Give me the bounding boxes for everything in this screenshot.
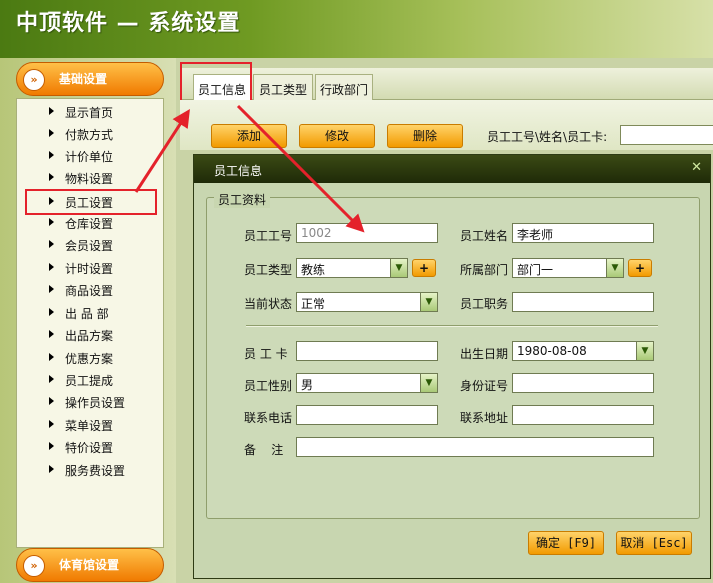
sidebar-item-operator[interactable]: 操作员设置 xyxy=(17,391,163,413)
expand-icon: » xyxy=(23,69,45,91)
card-label: 员 工 卡 xyxy=(244,347,288,361)
cancel-button[interactable]: 取消 [Esc] xyxy=(616,531,692,555)
dialog-title: 员工信息 xyxy=(214,164,263,178)
sidebar-section-basic[interactable]: » 基础设置 xyxy=(16,62,164,96)
dept-label: 所属部门 xyxy=(460,263,509,277)
position-label: 员工职务 xyxy=(460,297,509,311)
sidebar-item-discount[interactable]: 优惠方案 xyxy=(17,347,163,369)
triangle-right-icon xyxy=(49,420,54,428)
triangle-right-icon xyxy=(49,465,54,473)
id-input[interactable] xyxy=(512,373,654,393)
emp-name-input[interactable]: 李老师 xyxy=(512,223,654,243)
add-button[interactable]: 添加 xyxy=(211,124,287,148)
sidebar-menu: 显示首页 付款方式 计价单位 物料设置 员工设置 仓库设置 会员设置 计时设置 … xyxy=(16,98,164,548)
emp-name-label: 员工姓名 xyxy=(460,229,509,243)
birth-label: 出生日期 xyxy=(460,347,509,361)
note-input[interactable] xyxy=(296,437,654,457)
chevron-down-icon: ▼ xyxy=(606,259,623,277)
sidebar-item-home[interactable]: 显示首页 xyxy=(17,101,163,123)
triangle-right-icon xyxy=(49,397,54,405)
sidebar-item-output-plan[interactable]: 出品方案 xyxy=(17,324,163,346)
sidebar-item-unit[interactable]: 计价单位 xyxy=(17,145,163,167)
sidebar-section-label: 体育馆设置 xyxy=(59,558,120,572)
triangle-right-icon xyxy=(49,107,54,115)
emp-type-label: 员工类型 xyxy=(244,263,293,277)
dialog-titlebar: 员工信息 ✕ xyxy=(194,155,710,183)
address-label: 联系地址 xyxy=(460,411,509,425)
gender-label: 员工性别 xyxy=(244,379,293,393)
add-type-button[interactable]: + xyxy=(412,259,436,277)
sidebar-item-material[interactable]: 物料设置 xyxy=(17,167,163,189)
chevron-down-icon: ▼ xyxy=(420,293,437,311)
address-input[interactable] xyxy=(512,405,654,425)
triangle-right-icon xyxy=(49,375,54,383)
triangle-right-icon xyxy=(49,173,54,181)
triangle-right-icon xyxy=(49,151,54,159)
status-select[interactable]: 正常 ▼ xyxy=(296,292,438,312)
sidebar-item-menu[interactable]: 菜单设置 xyxy=(17,414,163,436)
add-dept-button[interactable]: + xyxy=(628,259,652,277)
sidebar-item-goods[interactable]: 商品设置 xyxy=(17,279,163,301)
status-label: 当前状态 xyxy=(244,297,293,311)
emp-no-label: 员工工号 xyxy=(244,229,293,243)
search-input[interactable] xyxy=(620,125,713,145)
phone-input[interactable] xyxy=(296,405,438,425)
sidebar-item-commission[interactable]: 员工提成 xyxy=(17,369,163,391)
chevron-down-icon: ▼ xyxy=(390,259,407,277)
triangle-right-icon xyxy=(49,308,54,316)
card-input[interactable] xyxy=(296,341,438,361)
app-header: 中顶软件 — 系统设置 xyxy=(0,0,713,58)
triangle-right-icon xyxy=(49,129,54,137)
triangle-right-icon xyxy=(49,240,54,248)
chevron-down-icon: ▼ xyxy=(420,374,437,392)
sidebar-section-gym[interactable]: » 体育馆设置 xyxy=(16,548,164,582)
search-label: 员工工号\姓名\员工卡: xyxy=(487,130,608,144)
sidebar-item-timing[interactable]: 计时设置 xyxy=(17,257,163,279)
sidebar-item-service-fee[interactable]: 服务费设置 xyxy=(17,459,163,481)
confirm-button[interactable]: 确定 [F9] xyxy=(528,531,604,555)
chevron-down-icon: ▼ xyxy=(636,342,653,360)
triangle-right-icon xyxy=(49,197,54,205)
close-icon[interactable]: ✕ xyxy=(691,160,702,175)
position-input[interactable] xyxy=(512,292,654,312)
sidebar-item-special-price[interactable]: 特价设置 xyxy=(17,436,163,458)
expand-icon: » xyxy=(23,555,45,577)
delete-button[interactable]: 删除 xyxy=(387,124,463,148)
sidebar-section-label: 基础设置 xyxy=(59,72,108,86)
sidebar-item-payment[interactable]: 付款方式 xyxy=(17,123,163,145)
triangle-right-icon xyxy=(49,353,54,361)
gender-select[interactable]: 男 ▼ xyxy=(296,373,438,393)
sidebar-item-output-dept[interactable]: 出 品 部 xyxy=(17,302,163,324)
emp-type-select[interactable]: 教练 ▼ xyxy=(296,258,408,278)
triangle-right-icon xyxy=(49,442,54,450)
phone-label: 联系电话 xyxy=(244,411,293,425)
triangle-right-icon xyxy=(49,218,54,226)
tab-strip: 员工信息 员工类型 行政部门 xyxy=(180,68,713,100)
employee-dialog: 员工信息 ✕ 员工资料 员工工号 1002 员工姓名 李老师 员工类型 教练 ▼ … xyxy=(193,154,711,579)
tab-highlight-box xyxy=(180,62,252,102)
note-label: 备 注 xyxy=(244,443,284,457)
divider xyxy=(246,325,658,327)
id-label: 身份证号 xyxy=(460,379,509,393)
triangle-right-icon xyxy=(49,285,54,293)
sidebar-item-member[interactable]: 会员设置 xyxy=(17,234,163,256)
birth-date-picker[interactable]: 1980-08-08 ▼ xyxy=(512,341,654,361)
app-title: 中顶软件 — 系统设置 xyxy=(16,11,241,36)
triangle-right-icon xyxy=(49,263,54,271)
dept-select[interactable]: 部门一 ▼ xyxy=(512,258,624,278)
tab-employee-type[interactable]: 员工类型 xyxy=(253,74,313,100)
sidebar-item-employee[interactable]: 员工设置 xyxy=(25,189,157,215)
triangle-right-icon xyxy=(49,330,54,338)
emp-no-input[interactable]: 1002 xyxy=(296,223,438,243)
group-title: 员工资料 xyxy=(214,191,271,208)
tab-admin-dept[interactable]: 行政部门 xyxy=(315,74,373,100)
sidebar-item-warehouse[interactable]: 仓库设置 xyxy=(17,212,163,234)
edit-button[interactable]: 修改 xyxy=(299,124,375,148)
